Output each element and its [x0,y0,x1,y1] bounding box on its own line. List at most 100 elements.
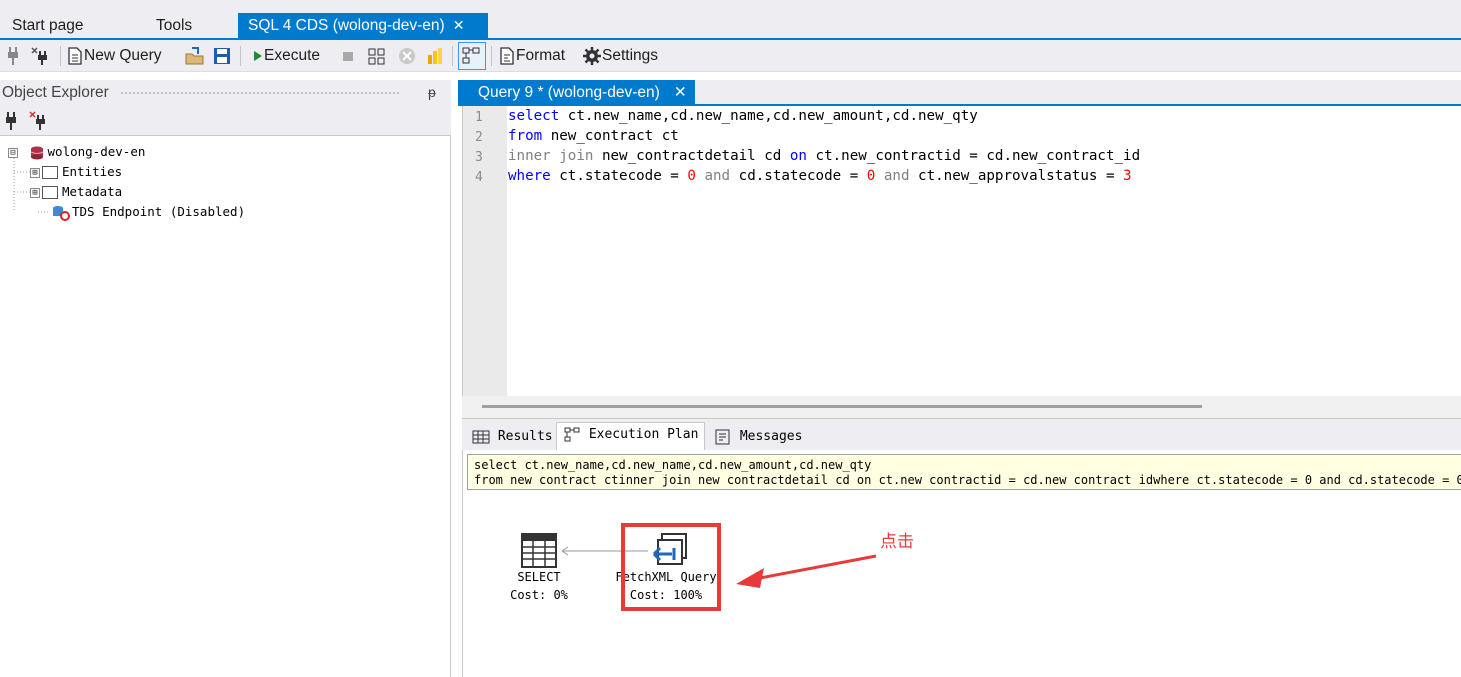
tab-label: SQL 4 CDS (wolong-dev-en) [248,17,445,34]
new-query-label: New Query [84,47,162,64]
object-explorer-panel: Object Explorer ᵽ ⊟ wolong-dev-en ⊞ Entit… [0,80,451,677]
main-toolbar: New Query Execute Format Settings [0,40,1461,72]
format-label: Format [516,47,566,64]
line-number: 4 [475,170,483,185]
close-icon[interactable]: ✕ [453,17,465,33]
connect-icon[interactable] [4,110,18,132]
plan-query-text: select ct.new_name,cd.new_name,cd.new_am… [467,454,1461,490]
pin-icon[interactable]: ᵽ [428,84,436,100]
settings-button[interactable]: Settings [582,44,658,68]
tsql-icon[interactable] [396,44,418,68]
code-text: ct.statecode = [550,168,688,184]
code-line-2: from new_contract ct [508,128,679,144]
object-explorer-header: Object Explorer ᵽ [0,80,451,106]
document-tab-strip: Start page Tools SQL 4 CDS (wolong-dev-e… [0,0,1461,38]
execute-label: Execute [264,47,321,64]
plug-icon[interactable] [6,44,20,68]
object-explorer-title: Object Explorer [2,84,109,101]
tab-label: Messages [739,429,803,444]
metadata-label: Metadata [62,184,123,199]
line-number-gutter: 1 2 3 4 [463,106,507,396]
line-number: 2 [475,130,483,145]
query-tab-strip: Query 9 * (wolong-dev-en) ✕ [458,80,1461,106]
object-explorer-toolbar [0,106,451,136]
disconnect-icon[interactable] [28,110,50,132]
stop-icon[interactable] [340,44,356,68]
entities-label: Entities [62,164,123,179]
disconnect-icon[interactable] [30,44,52,68]
node-cost: Cost: 0% [510,588,568,602]
tab-sql4cds[interactable]: SQL 4 CDS (wolong-dev-en) ✕ [238,13,488,38]
execution-plan-icon [462,47,480,64]
keyword: on [789,148,807,164]
document-icon [68,47,82,65]
play-icon [254,50,262,61]
code-line-1: select ct.new_name,cd.new_name,cd.new_am… [508,108,978,124]
plan-query-line: from new contract ctinner join new contr… [474,473,1461,487]
power-bi-icon[interactable] [424,44,446,68]
code-line-3: inner join new_contractdetail cd on ct.n… [508,148,1140,164]
settings-label: Settings [602,47,659,64]
sql-editor[interactable]: 1 2 3 4 select ct.new_name,cd.new_name,c… [462,106,1461,396]
plan-query-line: select ct.new_name,cd.new_name,cd.new_am… [474,458,872,472]
code-line-4: where ct.statecode = 0 and cd.statecode … [508,168,1132,184]
tds-endpoint-label: TDS Endpoint (Disabled) [72,204,246,219]
keyword: and [695,168,731,184]
toolbar-separator [240,46,241,66]
code-text: new_contract ct [542,128,679,144]
line-number: 3 [475,150,483,165]
select-node-label: SELECT Cost: 0% [500,568,578,604]
tree-node-tds-endpoint[interactable]: TDS Endpoint (Disabled) [50,202,245,222]
tab-execution-plan[interactable]: Execution Plan [556,422,706,451]
keyword: inner join [508,148,594,164]
number-literal: 3 [1123,168,1132,184]
code-text: ct.new_name,cd.new_name,cd.new_amount,cd… [559,108,978,124]
select-node-icon[interactable] [520,532,560,570]
format-button[interactable]: Format [498,44,565,68]
code-text: cd.statecode = [730,168,867,184]
annotation-arrow [736,554,877,588]
execution-plan-toggle[interactable] [458,42,486,70]
execution-plan-pane: select ct.new_name,cd.new_name,cd.new_am… [462,450,1461,677]
highlight-box [621,523,721,611]
toolbar-separator [60,46,61,66]
grip-dots [120,91,400,96]
execute-button[interactable]: Execute [250,44,320,68]
tab-results[interactable]: Results [466,425,559,451]
keyword: from [508,128,543,144]
code-text: ct.new_approvalstatus = [909,168,1124,184]
scrollbar-thumb[interactable] [482,405,1202,408]
number-literal: 0 [687,168,696,184]
gear-icon [583,46,601,65]
tab-messages[interactable]: Messages [708,425,808,451]
code-text: ct.new_contractid = cd.new_contract_id [806,148,1141,164]
tab-label: Query 9 * (wolong-dev-en) [478,84,660,101]
tree-lines [13,158,50,213]
tab-label: Execution Plan [588,427,699,442]
tab-start-page[interactable]: Start page [2,14,94,38]
horizontal-scrollbar[interactable] [462,396,1461,418]
connection-name: wolong-dev-en [47,144,146,159]
line-number: 1 [475,110,483,125]
results-tab-strip: Results Execution Plan Messages [462,418,1461,451]
tab-tools[interactable]: Tools [146,14,202,38]
toolbar-separator [491,46,492,66]
execution-plan-icon [564,427,580,441]
node-name: SELECT [517,570,561,584]
format-icon [500,47,514,65]
toolbar-separator [452,46,453,66]
keyword: and [875,168,910,184]
messages-icon [715,429,730,444]
open-icon[interactable] [184,44,206,68]
annotation-label: 点击 [880,532,914,552]
tab-label: Results [497,429,553,444]
grid-icon [472,430,490,443]
new-query-button[interactable]: New Query [66,44,162,68]
keyword: where [508,168,551,184]
display-plan-icon[interactable] [366,44,388,68]
close-icon[interactable]: ✕ [674,84,687,101]
tab-label: Start page [12,17,84,34]
save-icon[interactable] [212,44,232,68]
keyword: select [508,108,560,124]
tab-query-9[interactable]: Query 9 * (wolong-dev-en) ✕ [458,80,695,106]
